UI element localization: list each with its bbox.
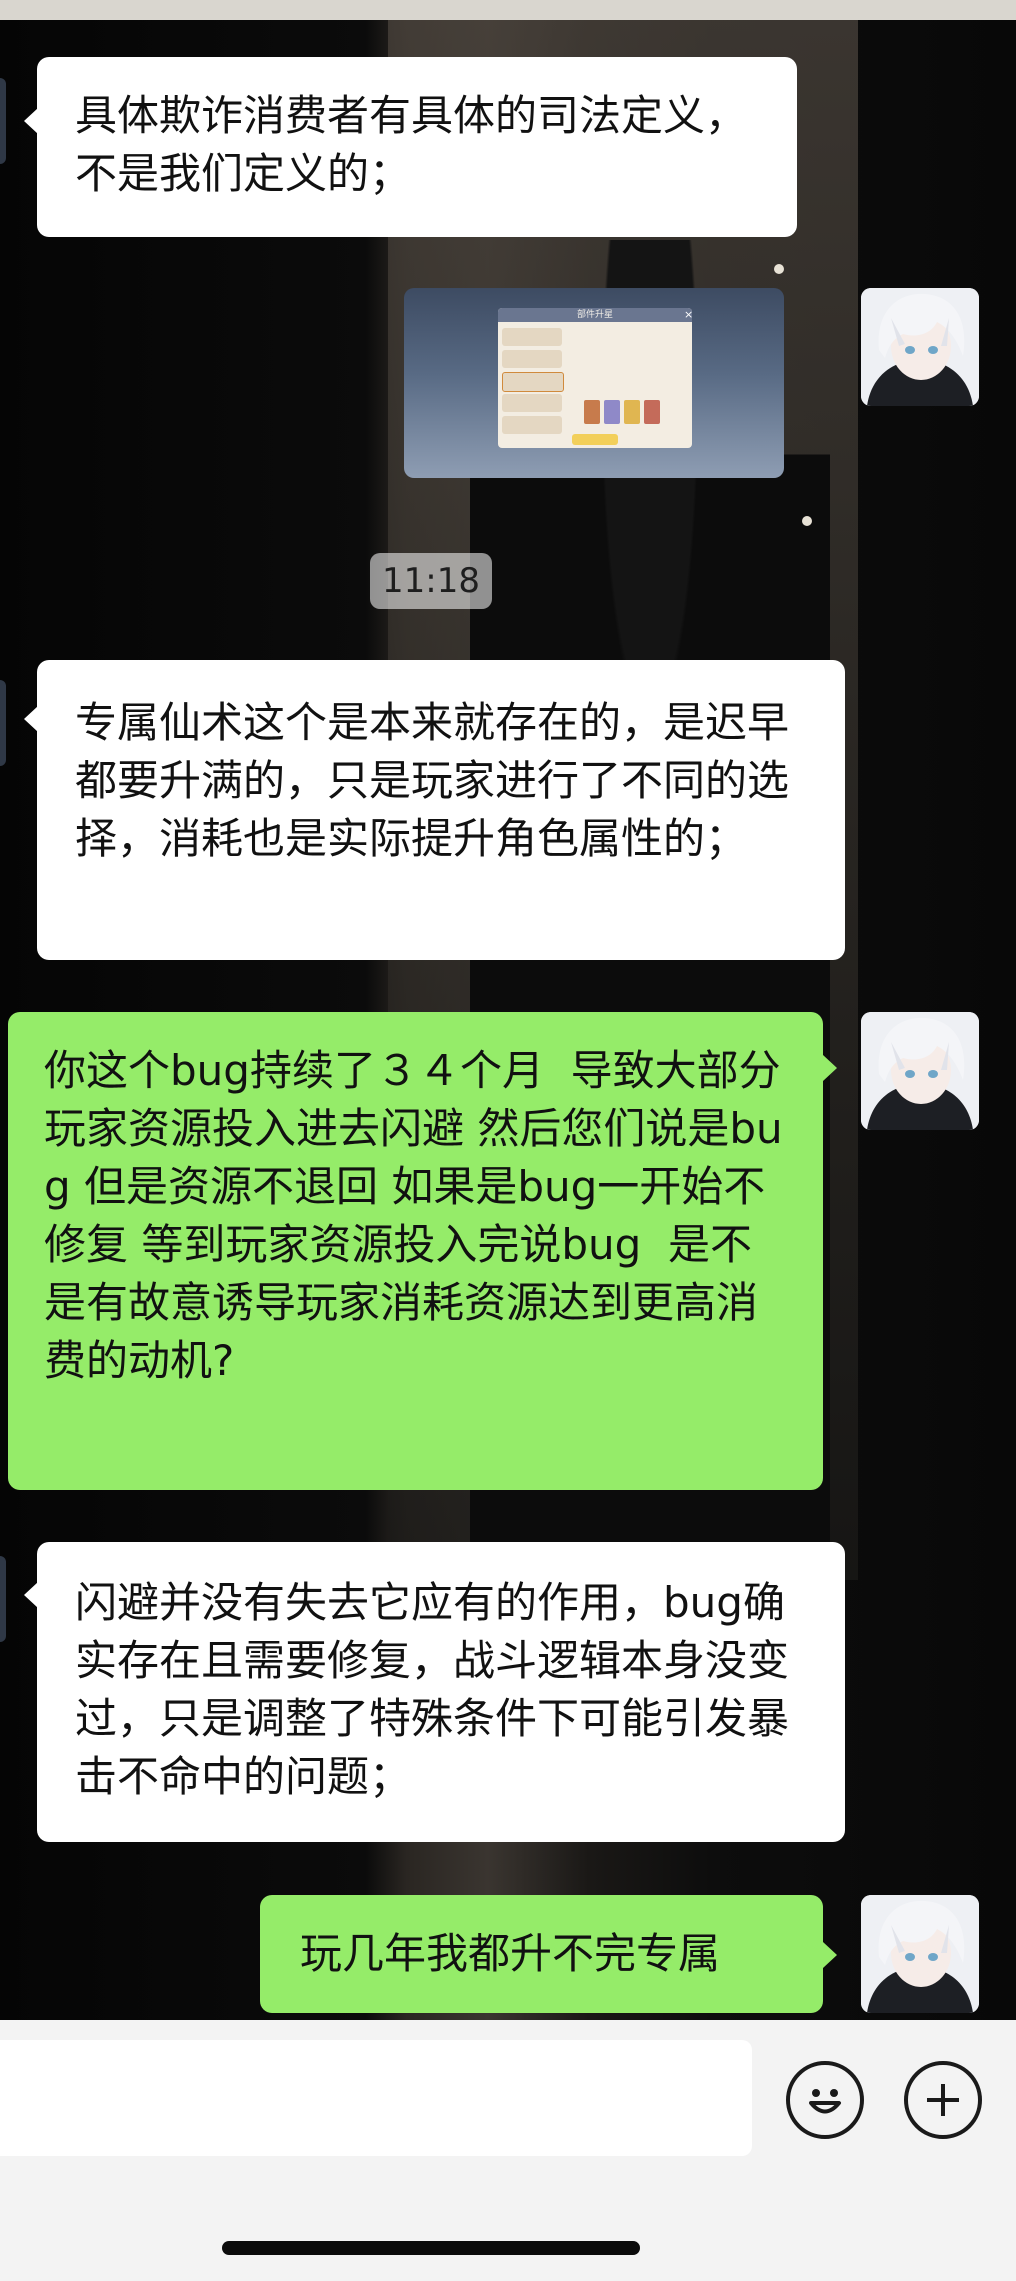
game-list-row bbox=[502, 372, 564, 392]
smiley-face-icon[interactable] bbox=[786, 2061, 864, 2139]
game-item-card bbox=[644, 400, 660, 424]
close-icon: × bbox=[684, 308, 694, 321]
background-photo-light bbox=[774, 264, 784, 274]
game-confirm-button bbox=[572, 434, 618, 445]
plus-circle-icon[interactable] bbox=[904, 2061, 982, 2139]
message-bubble-received[interactable]: 闪避并没有失去它应有的作用，bug确实存在且需要修复，战斗逻辑本身没变过，只是调… bbox=[37, 1542, 845, 1842]
background-photo-light bbox=[802, 516, 812, 526]
sender-avatar-edge bbox=[0, 680, 6, 766]
avatar[interactable] bbox=[861, 288, 979, 406]
message-bubble-received[interactable]: 专属仙术这个是本来就存在的，是迟早都要升满的，只是玩家进行了不同的选择，消耗也是… bbox=[37, 660, 845, 960]
home-indicator bbox=[222, 2241, 640, 2255]
game-item-card bbox=[584, 400, 600, 424]
image-message-thumbnail[interactable]: 部件升星 × bbox=[404, 288, 784, 478]
game-list-row bbox=[502, 416, 562, 434]
sender-avatar-edge bbox=[0, 1556, 6, 1642]
game-list-row bbox=[502, 394, 562, 412]
bubble-tail bbox=[24, 108, 38, 134]
message-bubble-sent[interactable]: 你这个bug持续了３４个月 导致大部分玩家资源投入进去闪避 然后您们说是bug … bbox=[8, 1012, 823, 1490]
message-timestamp: 11:18 bbox=[370, 553, 492, 609]
bubble-tail bbox=[823, 1942, 837, 1968]
sender-avatar-edge bbox=[0, 78, 6, 164]
game-list-row bbox=[502, 328, 562, 346]
game-item-card bbox=[604, 400, 620, 424]
bubble-tail bbox=[24, 706, 38, 732]
game-panel-title: 部件升星 bbox=[576, 310, 613, 320]
top-bar-edge bbox=[0, 0, 1016, 20]
game-list-row bbox=[502, 350, 562, 368]
game-item-card bbox=[624, 400, 640, 424]
bubble-tail bbox=[823, 1055, 837, 1081]
avatar[interactable] bbox=[861, 1895, 979, 2013]
message-bubble-received[interactable]: 具体欺诈消费者有具体的司法定义，不是我们定义的； bbox=[37, 57, 797, 237]
avatar[interactable] bbox=[861, 1012, 979, 1130]
message-bubble-sent[interactable]: 玩几年我都升不完专属 bbox=[260, 1895, 823, 2013]
bubble-tail bbox=[24, 1582, 38, 1608]
message-input[interactable] bbox=[0, 2040, 752, 2156]
